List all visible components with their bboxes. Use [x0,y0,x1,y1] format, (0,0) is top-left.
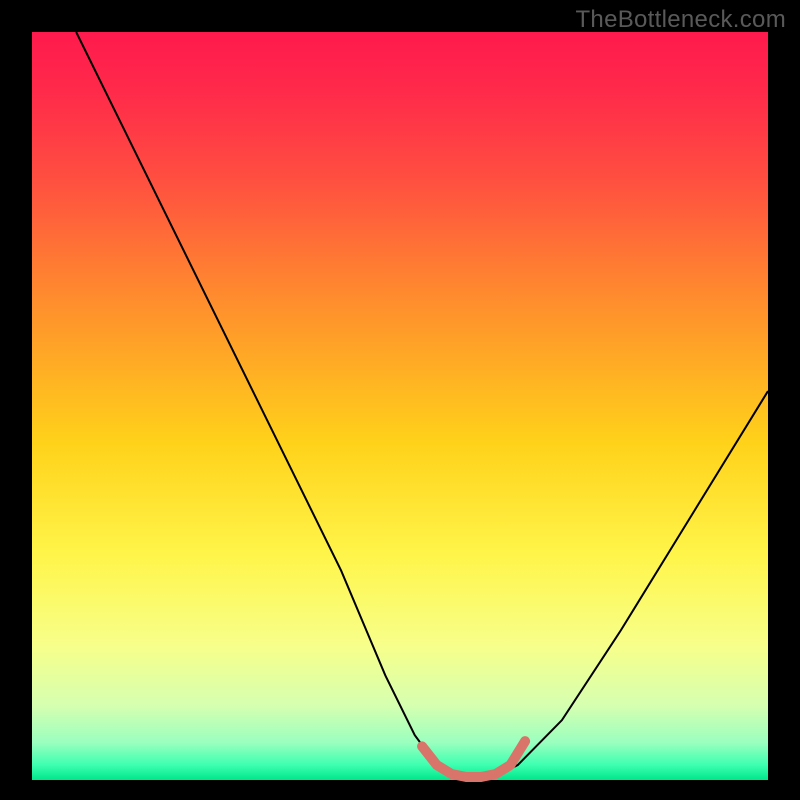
watermark-text: TheBottleneck.com [575,6,786,34]
plot-background [32,32,768,780]
chart-stage: TheBottleneck.com [0,0,800,800]
bottleneck-chart [0,0,800,800]
